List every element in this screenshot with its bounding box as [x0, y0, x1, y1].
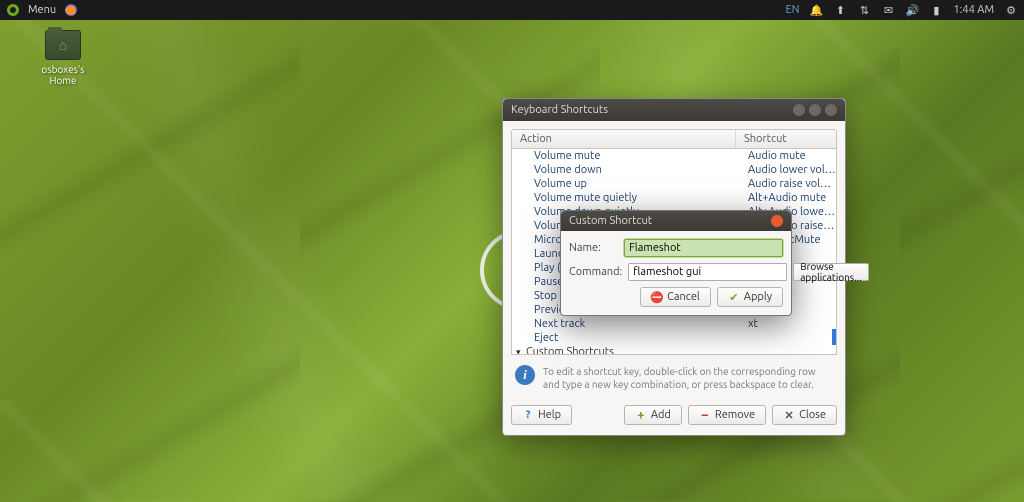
- shortcut-row[interactable]: Next trackxt: [512, 317, 836, 331]
- session-icon[interactable]: ⚙: [1004, 3, 1018, 17]
- language-indicator[interactable]: EN: [785, 3, 799, 17]
- menu-button[interactable]: Menu: [28, 4, 56, 16]
- help-icon: ?: [522, 409, 534, 421]
- name-input[interactable]: [624, 239, 783, 257]
- mail-icon[interactable]: ✉: [881, 3, 895, 17]
- cs-title: Custom Shortcut: [569, 215, 652, 227]
- home-folder-label: osboxes's Home: [28, 64, 98, 86]
- volume-icon[interactable]: 🔊: [905, 3, 919, 17]
- ks-titlebar[interactable]: Keyboard Shortcuts: [503, 99, 845, 121]
- command-input[interactable]: [628, 263, 787, 281]
- help-button[interactable]: ?Help: [511, 405, 572, 425]
- shortcut-row[interactable]: Volume upAudio raise volume: [512, 177, 836, 191]
- network-icon[interactable]: ⇅: [857, 3, 871, 17]
- folder-icon: [45, 30, 81, 60]
- minus-icon: –: [699, 409, 711, 421]
- chevron-down-icon: ▾: [516, 347, 526, 356]
- clock[interactable]: 1:44 AM: [953, 4, 994, 16]
- close-window-button[interactable]: [825, 104, 837, 116]
- minimize-button[interactable]: [793, 104, 805, 116]
- distro-menu-icon[interactable]: [6, 3, 20, 17]
- add-button[interactable]: +Add: [624, 405, 682, 425]
- scrollbar-thumb[interactable]: [832, 329, 836, 345]
- notification-icon[interactable]: 🔔: [809, 3, 823, 17]
- close-dialog-button[interactable]: [771, 215, 783, 227]
- top-panel: Menu EN 🔔 ⬆ ⇅ ✉ 🔊 ▮ 1:44 AM ⚙: [0, 0, 1024, 20]
- check-icon: ✔: [728, 291, 740, 303]
- info-icon: i: [515, 365, 535, 385]
- hint-text: To edit a shortcut key, double-click on …: [543, 365, 833, 391]
- custom-shortcuts-group[interactable]: ▾Custom Shortcuts: [512, 345, 836, 355]
- battery-icon[interactable]: ▮: [929, 3, 943, 17]
- home-folder-icon[interactable]: osboxes's Home: [28, 30, 98, 86]
- plus-icon: +: [635, 409, 647, 421]
- updates-icon[interactable]: ⬆: [833, 3, 847, 17]
- close-icon: ✕: [783, 409, 795, 421]
- firefox-icon[interactable]: [64, 3, 78, 17]
- name-label: Name:: [569, 242, 618, 254]
- shortcut-column-header[interactable]: Shortcut: [736, 130, 836, 148]
- cancel-button[interactable]: ⛔Cancel: [640, 287, 711, 307]
- browse-applications-button[interactable]: Browse applications...: [793, 263, 868, 281]
- close-button[interactable]: ✕Close: [772, 405, 837, 425]
- cancel-icon: ⛔: [651, 291, 663, 303]
- hint-area: i To edit a shortcut key, double-click o…: [511, 355, 837, 401]
- shortcut-row[interactable]: Volume muteAudio mute: [512, 149, 836, 163]
- shortcut-row[interactable]: Eject: [512, 331, 836, 345]
- action-column-header[interactable]: Action: [512, 130, 736, 148]
- custom-shortcut-dialog: Custom Shortcut Name: Command: Browse ap…: [560, 210, 792, 316]
- remove-button[interactable]: –Remove: [688, 405, 766, 425]
- shortcut-row[interactable]: Volume downAudio lower volume: [512, 163, 836, 177]
- ks-column-headers: Action Shortcut: [511, 129, 837, 149]
- ks-title: Keyboard Shortcuts: [511, 104, 608, 116]
- shortcut-row[interactable]: Volume mute quietlyAlt+Audio mute: [512, 191, 836, 205]
- maximize-button[interactable]: [809, 104, 821, 116]
- cs-titlebar[interactable]: Custom Shortcut: [561, 211, 791, 231]
- apply-button[interactable]: ✔Apply: [717, 287, 783, 307]
- command-label: Command:: [569, 266, 622, 278]
